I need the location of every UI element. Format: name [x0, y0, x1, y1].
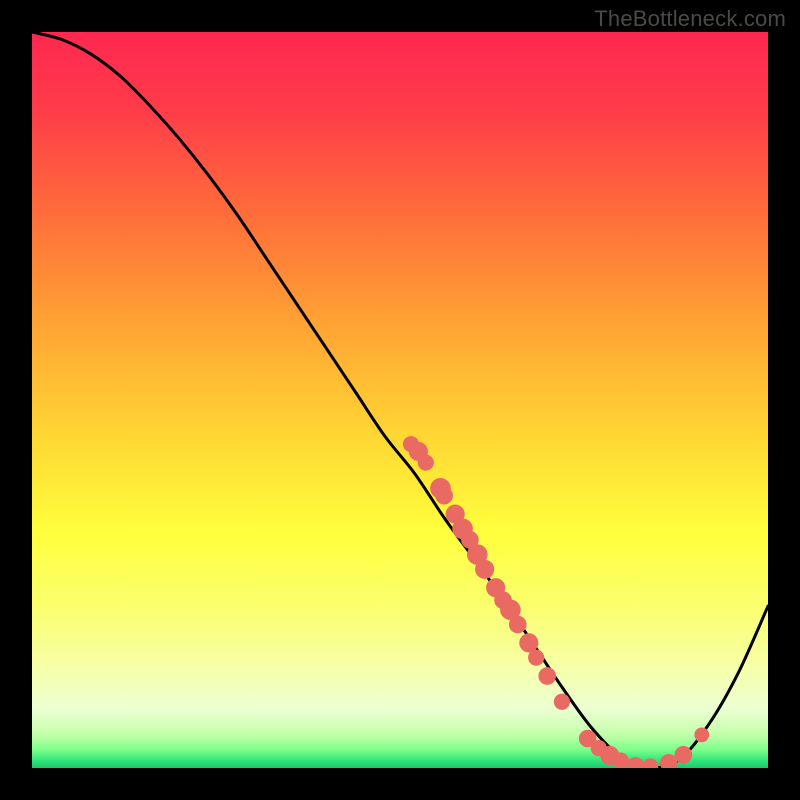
data-point	[627, 757, 645, 768]
data-point	[675, 746, 693, 764]
data-point	[475, 560, 494, 579]
data-point	[528, 650, 544, 666]
data-point	[694, 728, 709, 743]
data-point	[642, 758, 658, 768]
data-point	[435, 487, 453, 505]
data-point	[554, 694, 570, 710]
data-point	[538, 667, 556, 685]
chart-container	[32, 32, 768, 768]
data-point	[613, 753, 629, 768]
scatter-points	[403, 436, 709, 768]
chart-svg	[32, 32, 768, 768]
data-point	[418, 454, 434, 470]
watermark-text: TheBottleneck.com	[594, 6, 786, 32]
data-point	[509, 616, 527, 634]
curve-line	[32, 32, 768, 768]
